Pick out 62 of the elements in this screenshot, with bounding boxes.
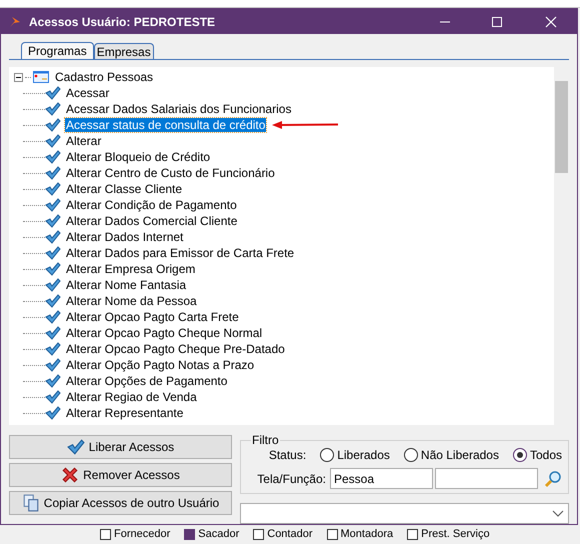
chevron-down-icon xyxy=(552,510,564,518)
cross-icon xyxy=(61,466,80,484)
window-title: Acessos Usuário: PEDROTESTE xyxy=(29,14,216,30)
app-logo-icon xyxy=(9,16,21,28)
radio-button[interactable] xyxy=(512,448,527,462)
tree-item[interactable]: Alterar Opção Pagto Notas a Prazo xyxy=(65,358,256,372)
tree-item[interactable]: Alterar Nome da Pessoa xyxy=(65,294,198,308)
checkbox-label[interactable]: Fornecedor xyxy=(114,528,170,540)
radio-label[interactable]: Não Liberados xyxy=(420,446,499,464)
documents-icon xyxy=(22,494,40,512)
tree-item[interactable]: Alterar Nome Fantasia xyxy=(65,278,188,292)
tree-item[interactable]: Alterar Dados para Emissor de Carta Frete xyxy=(65,246,296,260)
tree-item[interactable]: Acessar Dados Salariais dos Funcionarios xyxy=(65,102,292,116)
tree-item[interactable]: Alterar Empresa Origem xyxy=(65,262,196,276)
close-icon[interactable] xyxy=(545,16,557,28)
tree-item[interactable]: Alterar Dados Internet xyxy=(65,230,184,244)
radio-label[interactable]: Todos xyxy=(530,446,562,464)
tree-item[interactable]: Alterar Opcao Pagto Cheque Normal xyxy=(65,326,264,340)
tab[interactable]: Programas xyxy=(21,42,94,59)
checkbox-label[interactable]: Sacador xyxy=(198,528,240,540)
collapse-toggle[interactable] xyxy=(14,72,23,82)
maximize-icon[interactable] xyxy=(491,16,503,28)
group-title: Filtro xyxy=(251,433,280,447)
tree-item[interactable]: Alterar Condição de Pagamento xyxy=(65,198,238,212)
checkbox[interactable] xyxy=(326,528,338,540)
tree-item[interactable]: Alterar Regiao de Venda xyxy=(65,390,198,404)
screen-field[interactable]: Pessoa xyxy=(330,468,433,489)
tree-item[interactable]: Alterar Centro de Custo de Funcionário xyxy=(65,166,276,180)
tree-item[interactable]: Alterar Opções de Pagamento xyxy=(65,374,228,388)
checkbox[interactable] xyxy=(407,528,418,540)
checkbox[interactable] xyxy=(253,528,264,540)
action-button[interactable]: Liberar Acessos xyxy=(9,435,232,459)
action-button[interactable]: Copiar Acessos de outro Usuário xyxy=(9,491,232,515)
action-button[interactable]: Remover Acessos xyxy=(9,463,232,487)
tree-item[interactable]: Acessar xyxy=(65,86,110,100)
checkbox[interactable] xyxy=(184,528,196,540)
tree-item[interactable]: Alterar Dados Comercial Cliente xyxy=(65,214,238,228)
check-icon xyxy=(66,438,85,456)
tree-item[interactable]: Acessar status de consulta de crédito xyxy=(65,118,266,132)
search-icon[interactable] xyxy=(544,470,562,488)
radio-label[interactable]: Liberados xyxy=(337,446,390,464)
annotation-arrow-icon xyxy=(272,121,338,129)
checkbox-label[interactable]: Contador xyxy=(267,528,313,540)
radio-button[interactable] xyxy=(404,448,418,462)
radio-button[interactable] xyxy=(320,448,334,462)
tree-item[interactable]: Alterar xyxy=(65,134,102,148)
checkbox[interactable] xyxy=(100,528,111,540)
scrollbar-thumb[interactable] xyxy=(555,81,568,173)
checkbox-label[interactable]: Montadora xyxy=(340,528,394,540)
tree-node-label[interactable]: Cadastro Pessoas xyxy=(55,68,154,86)
minus-icon xyxy=(16,74,21,80)
status-label: Status: xyxy=(268,447,306,464)
checkbox-label[interactable]: Prest. Serviço xyxy=(421,528,490,540)
function-field[interactable] xyxy=(435,468,538,489)
tab[interactable]: Empresas xyxy=(94,43,154,59)
form-icon xyxy=(33,71,49,83)
screen-function-label: Tela/Função: xyxy=(257,470,326,488)
tree-item[interactable]: Alterar Classe Cliente xyxy=(65,182,184,196)
tree-item[interactable]: Alterar Bloqueio de Crédito xyxy=(65,150,212,164)
tree-item[interactable]: Alterar Opcao Pagto Cheque Pre-Datado xyxy=(65,342,286,356)
tree-item[interactable]: Alterar Opcao Pagto Carta Frete xyxy=(65,310,240,324)
tree-item[interactable]: Alterar Representante xyxy=(65,406,184,420)
